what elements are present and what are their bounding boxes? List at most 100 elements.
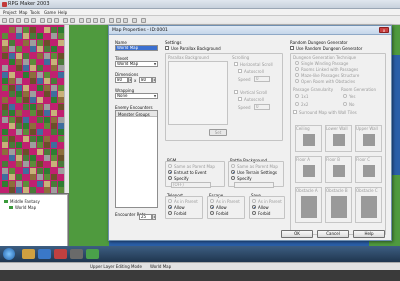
horizontal-scroll-checkbox[interactable] xyxy=(234,62,238,66)
vertical-scroll-checkbox[interactable] xyxy=(234,90,238,94)
tileset-tile[interactable] xyxy=(9,84,15,91)
tileset-tile[interactable] xyxy=(9,103,15,110)
dungeon-type-radio-3[interactable] xyxy=(295,73,299,77)
tileset-tile[interactable] xyxy=(9,180,15,187)
tileset-tile[interactable] xyxy=(30,33,36,40)
tileset-tile[interactable] xyxy=(2,167,8,174)
tileset-tile[interactable] xyxy=(16,27,22,33)
undo-icon[interactable] xyxy=(31,18,36,23)
tileset-tile[interactable] xyxy=(16,187,22,193)
tileset-tile[interactable] xyxy=(44,78,50,85)
tileset-tile[interactable] xyxy=(23,65,29,72)
zoom-1-icon[interactable] xyxy=(63,18,68,23)
circle-icon[interactable] xyxy=(93,18,98,23)
tileset-tile[interactable] xyxy=(37,97,43,104)
height-input[interactable]: 80 xyxy=(139,77,152,83)
tileset-tile[interactable] xyxy=(51,174,57,181)
tileset-tile[interactable] xyxy=(30,142,36,149)
tileset-tile[interactable] xyxy=(30,135,36,142)
tileset-tile[interactable] xyxy=(2,142,8,149)
bgm-select[interactable]: (OFF) xyxy=(171,182,211,188)
playtest-icon[interactable] xyxy=(141,18,146,23)
tileset-tile[interactable] xyxy=(23,187,29,193)
tileset-tile[interactable] xyxy=(51,33,57,40)
tileset-tile[interactable] xyxy=(51,52,57,59)
tileset-tile[interactable] xyxy=(30,110,36,117)
tileset-tile[interactable] xyxy=(37,116,43,123)
tileset-tile[interactable] xyxy=(30,27,36,33)
tileset-tile[interactable] xyxy=(16,148,22,155)
tileset-tile[interactable] xyxy=(30,39,36,46)
help-button[interactable]: Help xyxy=(353,230,385,238)
tileset-tile[interactable] xyxy=(9,116,15,123)
tileset-tile[interactable] xyxy=(44,110,50,117)
save-icon[interactable] xyxy=(24,18,29,23)
tileset-tile[interactable] xyxy=(16,116,22,123)
tileset-tile[interactable] xyxy=(16,155,22,161)
dungeon-type-radio-2[interactable] xyxy=(295,67,299,71)
tileset-tile[interactable] xyxy=(44,103,50,110)
tileset-tile[interactable] xyxy=(16,174,22,181)
tileset-tile[interactable] xyxy=(44,148,50,155)
tileset-tile[interactable] xyxy=(51,161,57,168)
tileset-tile[interactable] xyxy=(23,103,29,110)
tileset-tile[interactable] xyxy=(44,46,50,53)
tileset-tile[interactable] xyxy=(16,78,22,85)
bgm-parent-radio[interactable] xyxy=(168,164,172,168)
battle-bg-specify-radio[interactable] xyxy=(231,176,235,180)
h-speed-input[interactable]: 0 xyxy=(254,76,270,82)
tileset-tile[interactable] xyxy=(51,110,57,117)
tileset-tile[interactable] xyxy=(51,142,57,149)
tileset-tile[interactable] xyxy=(30,97,36,104)
materials-icon[interactable] xyxy=(116,18,121,23)
tileset-tile[interactable] xyxy=(37,110,43,117)
tileset-tile[interactable] xyxy=(16,142,22,149)
width-input[interactable]: 80 xyxy=(115,77,128,83)
room-no-radio[interactable] xyxy=(343,102,347,106)
menu-map[interactable]: Map xyxy=(19,10,27,15)
tileset-tile[interactable] xyxy=(2,65,8,72)
tileset-tile[interactable] xyxy=(9,135,15,142)
tileset-tile[interactable] xyxy=(9,52,15,59)
open-project-icon[interactable] xyxy=(9,18,14,23)
tileset-tile[interactable] xyxy=(2,33,8,40)
escape-forbid-radio[interactable] xyxy=(210,211,214,215)
tileset-tile[interactable] xyxy=(51,65,57,72)
tileset-tile[interactable] xyxy=(2,97,8,104)
bgm-specify-radio[interactable] xyxy=(168,176,172,180)
tileset-tile[interactable] xyxy=(44,135,50,142)
tileset-tile[interactable] xyxy=(23,91,29,97)
dungeon-type-radio-1[interactable] xyxy=(295,61,299,65)
tileset-tile[interactable] xyxy=(44,167,50,174)
tileset-tile[interactable] xyxy=(37,39,43,46)
tileset-tile[interactable] xyxy=(44,59,50,65)
app-task-icon[interactable] xyxy=(70,249,83,259)
passage-2x2-radio[interactable] xyxy=(295,102,299,106)
tileset-tile[interactable] xyxy=(2,116,8,123)
tileset-tile[interactable] xyxy=(9,167,15,174)
tileset-tile[interactable] xyxy=(16,161,22,168)
save-parent-radio[interactable] xyxy=(252,199,256,203)
tileset-tile[interactable] xyxy=(51,123,57,129)
event-layer-icon[interactable] xyxy=(54,18,59,23)
tileset-tile[interactable] xyxy=(16,33,22,40)
tileset-tile[interactable] xyxy=(16,110,22,117)
tileset-tile[interactable] xyxy=(44,52,50,59)
tileset-tile[interactable] xyxy=(9,78,15,85)
pencil-icon[interactable] xyxy=(79,18,84,23)
tileset-tile[interactable] xyxy=(51,27,57,33)
tileset-tile[interactable] xyxy=(37,148,43,155)
explorer-task-icon[interactable] xyxy=(22,249,35,259)
width-spinner-icon[interactable]: ↕ xyxy=(128,77,132,83)
tileset-tile[interactable] xyxy=(30,187,36,193)
battle-bg-parent-radio[interactable] xyxy=(231,164,235,168)
tileset-tile[interactable] xyxy=(44,174,50,181)
tileset-tile[interactable] xyxy=(23,167,29,174)
tileset-tile[interactable] xyxy=(9,39,15,46)
tileset-tile[interactable] xyxy=(44,91,50,97)
app2-task-icon[interactable] xyxy=(86,249,99,259)
surround-wall-checkbox[interactable] xyxy=(293,110,297,114)
teleport-parent-radio[interactable] xyxy=(168,199,172,203)
battle-bg-terrain-radio[interactable] xyxy=(231,170,235,174)
tileset-tile[interactable] xyxy=(30,65,36,72)
